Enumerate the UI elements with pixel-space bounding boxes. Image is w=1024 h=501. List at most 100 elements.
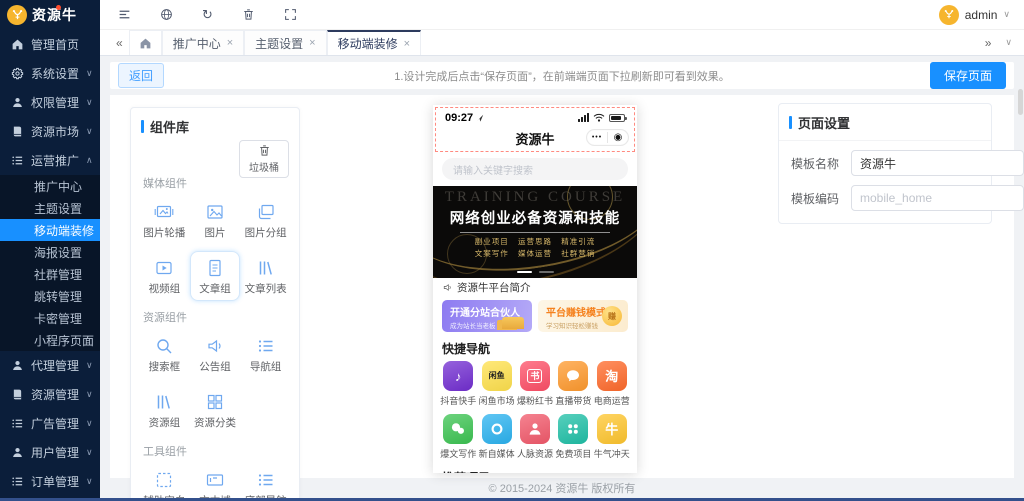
tabs-menu-chevron-icon[interactable]: ∨	[1005, 37, 1012, 48]
operations-submenu: 推广中心 主题设置 移动端装修 海报设置 社群管理 跳转管理 卡密管理 小程序页…	[0, 175, 100, 351]
quick-nav-cow[interactable]: 牛牛气冲天	[593, 414, 631, 460]
phone-nav-bar[interactable]: 资源牛 ••• ◉	[433, 126, 637, 151]
toolbar-tip: 1.设计完成后点击“保存页面”，在前端端页面下拉刷新即可看到效果。	[394, 70, 730, 83]
more-dots-icon[interactable]: •••	[587, 134, 607, 141]
banner-tags-row2: 文案写作 媒体运营 社群营销	[474, 249, 596, 258]
component-image-group[interactable]: 图片分组	[240, 195, 291, 245]
sidebar-item-system[interactable]: 系统设置 ∨	[0, 59, 100, 88]
sidebar-subitem-redirect[interactable]: 跳转管理	[0, 285, 100, 307]
page-settings-panel: 页面设置 模板名称 模板编码	[778, 103, 1024, 224]
main-content: 返回 1.设计完成后点击“保存页面”，在前端端页面下拉刷新即可看到效果。 保存页…	[100, 56, 1024, 501]
chevron-up-icon: ∧	[86, 155, 93, 165]
sidebar-item-operations[interactable]: 运营推广 ∧	[0, 146, 100, 175]
sidebar-subitem-cardkey[interactable]: 卡密管理	[0, 307, 100, 329]
chevron-down-icon: ∨	[1003, 9, 1010, 19]
close-icon[interactable]: ×	[227, 37, 233, 49]
top-header: ↻ admin ∨	[100, 0, 1024, 30]
vertical-scrollbar[interactable]	[1018, 89, 1023, 115]
image-group-icon	[256, 202, 276, 222]
template-name-label: 模板名称	[791, 156, 840, 171]
component-article-list[interactable]: 文章列表	[240, 251, 291, 301]
video-icon	[154, 258, 174, 278]
sidebar-subitem-miniprogram[interactable]: 小程序页面	[0, 329, 100, 351]
list-icon	[11, 154, 24, 167]
component-image[interactable]: 图片	[190, 195, 241, 245]
trash-drop-zone[interactable]: 垃圾桶	[239, 140, 289, 178]
sidebar-item-orders[interactable]: 订单管理 ∨	[0, 467, 100, 496]
megaphone-icon	[205, 336, 225, 356]
sidebar-item-agents[interactable]: 代理管理 ∨	[0, 351, 100, 380]
promo-earn-card[interactable]: 平台赚钱模式 学习知识轻松赚钱 赚	[538, 300, 628, 332]
phone-preview: 09:27 资源牛 ••• ◉ 请输入关键字搜索 TRAINING COURSE…	[433, 105, 637, 473]
quick-nav-writing[interactable]: 爆文写作	[439, 414, 477, 460]
phone-search-bar[interactable]: 请输入关键字搜索	[442, 158, 628, 180]
wifi-icon	[593, 113, 605, 122]
component-image-carousel[interactable]: 图片轮播	[139, 195, 190, 245]
grid-dots-icon	[558, 414, 589, 444]
template-name-input[interactable]	[851, 150, 1024, 176]
user-menu[interactable]: admin ∨	[938, 4, 1024, 25]
phone-notice-bar[interactable]: 资源牛平台简介	[433, 278, 637, 297]
sidebar-item-dashboard[interactable]: 管理首页	[0, 30, 100, 59]
exit-target-icon[interactable]: ◉	[608, 132, 628, 143]
app-logo[interactable]: 资源牛	[0, 0, 100, 30]
quick-nav-title: 快捷导航	[442, 342, 491, 356]
language-globe-icon[interactable]	[160, 8, 173, 21]
tab-mobile-decorate[interactable]: 移动端装修 ×	[326, 30, 422, 55]
quick-nav-redbook[interactable]: 书爆粉红书	[516, 361, 554, 407]
signal-bars-icon	[578, 113, 589, 122]
tabs-scroll-left[interactable]: «	[110, 36, 129, 50]
sidebar-item-ads[interactable]: 广告管理 ∨	[0, 409, 100, 438]
close-icon[interactable]: ×	[404, 38, 410, 50]
component-notice-group[interactable]: 公告组	[190, 329, 241, 379]
logo-accent-dot	[56, 5, 61, 10]
tabs-scroll-right[interactable]: »	[985, 36, 992, 50]
quick-nav-xianyu[interactable]: 闲鱼 闲鱼市场	[477, 361, 515, 407]
coins-decoration	[502, 317, 524, 329]
sidebar-item-resources[interactable]: 资源管理 ∨	[0, 380, 100, 409]
sidebar-subitem-promo-center[interactable]: 推广中心	[0, 175, 100, 197]
quick-nav-free[interactable]: 免费项目	[554, 414, 592, 460]
sidebar-subitem-community[interactable]: 社群管理	[0, 263, 100, 285]
list-icon	[11, 475, 24, 488]
sidebar-subitem-poster-settings[interactable]: 海报设置	[0, 241, 100, 263]
promo-partner-card[interactable]: 开通分站合伙人 成为站长当老板	[442, 300, 532, 332]
gold-coin-icon: 赚	[602, 306, 622, 326]
component-resource-category[interactable]: 资源分类	[190, 385, 241, 435]
sidebar-item-permissions[interactable]: 权限管理 ∨	[0, 88, 100, 117]
tab-theme-settings[interactable]: 主题设置 ×	[244, 30, 327, 55]
collapse-menu-icon[interactable]	[118, 8, 131, 21]
refresh-icon[interactable]: ↻	[202, 8, 213, 21]
recommend-title: 推荐项目	[433, 460, 637, 473]
tab-home[interactable]	[128, 30, 162, 55]
component-video-group[interactable]: 视频组	[139, 251, 190, 301]
close-icon[interactable]: ×	[309, 37, 315, 49]
home-icon	[139, 37, 152, 50]
app-name: 资源牛	[32, 7, 77, 23]
template-code-input[interactable]	[851, 185, 1024, 211]
sidebar-subitem-theme-settings[interactable]: 主题设置	[0, 197, 100, 219]
carousel-pagination	[433, 271, 637, 273]
battery-icon	[609, 113, 627, 122]
sidebar-item-users[interactable]: 用户管理 ∨	[0, 438, 100, 467]
article-icon	[205, 258, 225, 278]
quick-nav-newmedia[interactable]: 新自媒体	[477, 414, 515, 460]
sidebar-item-market[interactable]: 资源市场 ∨	[0, 117, 100, 146]
component-search-box[interactable]: 搜索框	[139, 329, 190, 379]
component-article-group[interactable]: 文章组	[189, 251, 241, 301]
tab-promo-center[interactable]: 推广中心 ×	[161, 30, 245, 55]
component-nav-group[interactable]: 导航组	[240, 329, 291, 379]
save-page-button[interactable]: 保存页面	[929, 62, 1006, 89]
quick-nav-live[interactable]: 直播带货	[554, 361, 592, 407]
component-resource-group[interactable]: 资源组	[139, 385, 190, 435]
quick-nav-contacts[interactable]: 人脉资源	[516, 414, 554, 460]
quick-nav-ecommerce[interactable]: 淘电商运营	[593, 361, 631, 407]
quick-nav-douyin[interactable]: ♪ 抖音快手	[439, 361, 477, 407]
avatar	[938, 4, 959, 25]
back-button[interactable]: 返回	[118, 63, 165, 88]
chevron-down-icon: ∨	[86, 418, 93, 428]
clear-cache-trash-icon[interactable]	[242, 8, 255, 21]
fullscreen-icon[interactable]	[284, 8, 297, 21]
sidebar-subitem-mobile-decorate[interactable]: 移动端装修	[0, 219, 100, 241]
phone-banner-carousel[interactable]: TRAINING COURSE 网络创业必备资源和技能 副业项目 运营思路 精准…	[433, 186, 637, 278]
